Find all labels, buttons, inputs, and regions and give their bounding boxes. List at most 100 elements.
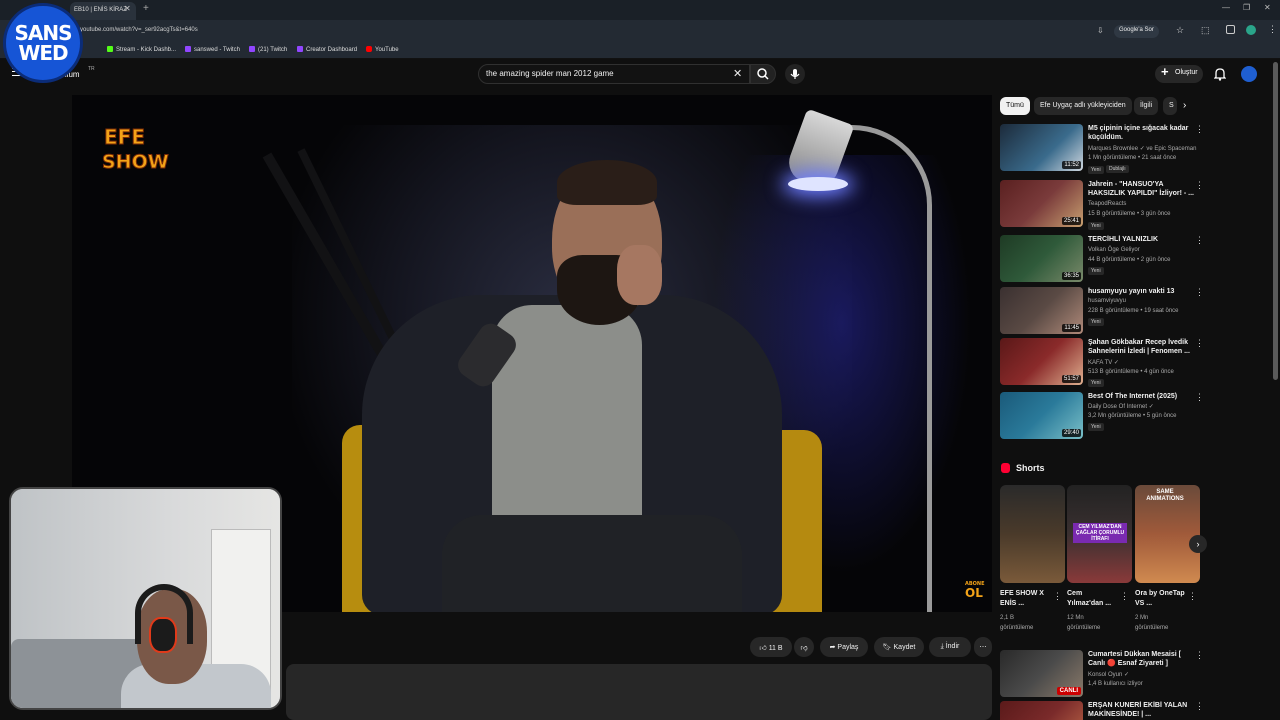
video-thumbnail[interactable]: CANLI [1000,650,1083,697]
more-options-icon[interactable]: ⋮ [1195,338,1204,349]
browser-menu-icon[interactable]: ⋮ [1268,24,1277,35]
more-options-icon[interactable]: ⋮ [1195,235,1204,246]
short-title[interactable]: Cem Yılmaz'dan ... [1067,589,1119,609]
extensions-icon[interactable]: ⬚ [1201,25,1210,36]
video-title[interactable]: husamyuyu yayın vakti 13 [1088,287,1198,296]
video-title[interactable]: TERCİHLİ YALNIZLIK [1088,235,1198,244]
short-views: 2 Mn görüntüleme [1135,613,1195,633]
video-title[interactable]: Best Of The Internet (2025) [1088,392,1198,401]
url-field[interactable]: youtube.com/watch?v=_ser92acgTs&t=640s [80,27,198,33]
video-thumbnail[interactable]: 29:40 [1000,392,1083,439]
list-item[interactable]: 51:57 Şahan Gökbakar Recep İvedik Sahnel… [1000,338,1205,390]
maximize-icon[interactable]: ❐ [1243,3,1250,12]
short-view-count: 2,1 B [1000,615,1015,621]
channel-name[interactable]: KAFA TV ✓ [1088,359,1119,366]
clear-search-icon[interactable]: ✕ [733,67,742,80]
description-box[interactable] [286,664,992,720]
more-options-icon[interactable]: ⋮ [1195,650,1204,661]
chevron-right-icon[interactable]: › [1183,100,1186,111]
list-item[interactable]: ERŞAN KUNERİ EKİBİ YALAN MAKİNESİNDE! | … [1000,701,1205,720]
video-thumbnail[interactable]: 25:41 [1000,180,1083,227]
short-view-count: 2 Mn [1135,615,1149,621]
video-title[interactable]: Jahrein - "HANSUO'YA HAKSIZLIK YAPILDI" … [1088,180,1198,198]
star-icon[interactable]: ☆ [1176,25,1184,36]
short-thumbnail[interactable]: SAME ANIMATIONS [1135,485,1200,583]
list-item[interactable]: CANLI Cumartesi Dükkan Mesaisi [ Canlı 🔴… [1000,650,1205,702]
short-thumbnail[interactable] [1000,485,1065,583]
window-close-icon[interactable]: ✕ [1264,3,1271,12]
install-icon[interactable]: ⇩ [1097,26,1104,35]
tab-close-icon[interactable]: ✕ [124,4,131,13]
more-options-icon[interactable]: ⋮ [1053,591,1062,602]
save-button[interactable]: 🔖︎ Kaydet [874,637,924,657]
download-button[interactable]: ⤓ İndir [929,637,971,657]
channel-name[interactable]: Volkan Öge Geliyor [1088,247,1140,253]
chip-all[interactable]: Tümü [1000,97,1030,115]
voice-search-button[interactable] [785,64,805,84]
subscribe-watermark: ABONE OL [965,581,985,599]
share-button[interactable]: ➦ Paylaş [820,637,868,657]
bookmark-youtube[interactable]: YouTube [366,46,399,53]
save-label: Kaydet [893,644,916,651]
chip-uploader[interactable]: Efe Uygaç adlı yükleyiciden [1034,97,1132,115]
more-options-icon[interactable]: ⋮ [1195,287,1204,298]
bookmark-creator-dashboard[interactable]: Creator Dashboard [297,46,357,53]
chip-more[interactable]: S [1163,97,1177,115]
youtube-icon [366,46,372,52]
channel-name[interactable]: Konsol Oyun ✓ [1088,671,1129,678]
video-duration: 25:41 [1061,217,1081,225]
short-title[interactable]: EFE SHOW X ENİS ... [1000,589,1052,609]
bookmark-kick[interactable]: Stream - Kick Dashb... [107,46,176,53]
channel-name[interactable]: Marques Brownlee ✓ ve Epic Spaceman [1088,145,1196,152]
short-title[interactable]: Ora by OneTap VS ... [1135,589,1187,609]
video-duration: 51:57 [1061,375,1081,383]
dislike-button[interactable]: 👎︎ [794,637,814,657]
channel-name[interactable]: Daily Dose Of Internet ✓ [1088,403,1154,410]
more-options-icon[interactable]: ⋮ [1120,591,1129,602]
more-options-icon[interactable]: ⋮ [1188,591,1197,602]
video-title[interactable]: M5 çipinin içine sığacak kadar küçüldüm. [1088,124,1198,142]
bookmark-twitch-sanswed[interactable]: sanswed - Twitch [185,46,240,53]
list-item[interactable]: 11:45 husamyuyu yayın vakti 13 husamviyu… [1000,287,1205,339]
more-options-icon[interactable]: ⋮ [1195,392,1204,403]
new-tab-icon[interactable]: + [143,3,149,14]
like-button[interactable]: 👍︎ 11 B [750,637,792,657]
new-badge: Yeni [1088,267,1104,275]
more-options-icon[interactable]: ⋮ [1195,701,1204,712]
short-view-count: 12 Mn [1067,615,1084,621]
video-title[interactable]: ERŞAN KUNERİ EKİBİ YALAN MAKİNESİNDE! | … [1088,701,1198,719]
sidebar-icon[interactable] [1226,25,1235,34]
video-title[interactable]: Cumartesi Dükkan Mesaisi [ Canlı 🔴 Esnaf… [1088,650,1198,668]
video-thumbnail[interactable]: 51:57 [1000,338,1083,385]
list-item[interactable]: 11:52 M5 çipinin içine sığacak kadar küç… [1000,124,1205,176]
guest-hair [557,160,657,205]
efe-show-logo: EFE SHOW [102,125,170,173]
page-scrollbar[interactable] [1273,62,1278,380]
video-thumbnail[interactable]: 11:52 [1000,124,1083,171]
twitch-icon [249,46,255,52]
more-options-icon[interactable]: ⋮ [1195,180,1204,191]
chip-related[interactable]: İlgili [1134,97,1159,115]
bell-icon [1213,68,1227,81]
chevron-right-icon[interactable]: › [1189,535,1207,553]
search-button[interactable] [750,64,776,84]
minimize-icon[interactable]: — [1222,3,1230,12]
download-label: İndir [945,643,960,650]
profile-avatar-browser[interactable] [1246,25,1256,35]
video-thumbnail[interactable]: 11:45 [1000,287,1083,334]
channel-name[interactable]: TeapodReacts [1088,201,1126,207]
notifications-button[interactable] [1213,67,1227,86]
video-title[interactable]: Şahan Gökbakar Recep İvedik Sahnelerini … [1088,338,1198,356]
bookmark-twitch[interactable]: (21) Twitch [249,46,287,53]
list-item[interactable]: 25:41 Jahrein - "HANSUO'YA HAKSIZLIK YAP… [1000,180,1205,232]
video-thumbnail[interactable] [1000,701,1083,720]
avatar[interactable] [1241,66,1257,82]
more-actions-button[interactable]: ⋯ [974,637,992,657]
short-thumbnail[interactable]: CEM YILMAZ'DAN ÇAĞLAR ÇORUMLU İTİRAFI [1067,485,1132,583]
google-ask-button[interactable]: Google'a Sor [1114,25,1159,38]
channel-name[interactable]: husamviyuvyu [1088,298,1126,304]
list-item[interactable]: 36:35 TERCİHLİ YALNIZLIK Volkan Öge Geli… [1000,235,1205,287]
video-thumbnail[interactable]: 36:35 [1000,235,1083,282]
list-item[interactable]: 29:40 Best Of The Internet (2025) Daily … [1000,392,1205,444]
more-options-icon[interactable]: ⋮ [1195,124,1204,135]
